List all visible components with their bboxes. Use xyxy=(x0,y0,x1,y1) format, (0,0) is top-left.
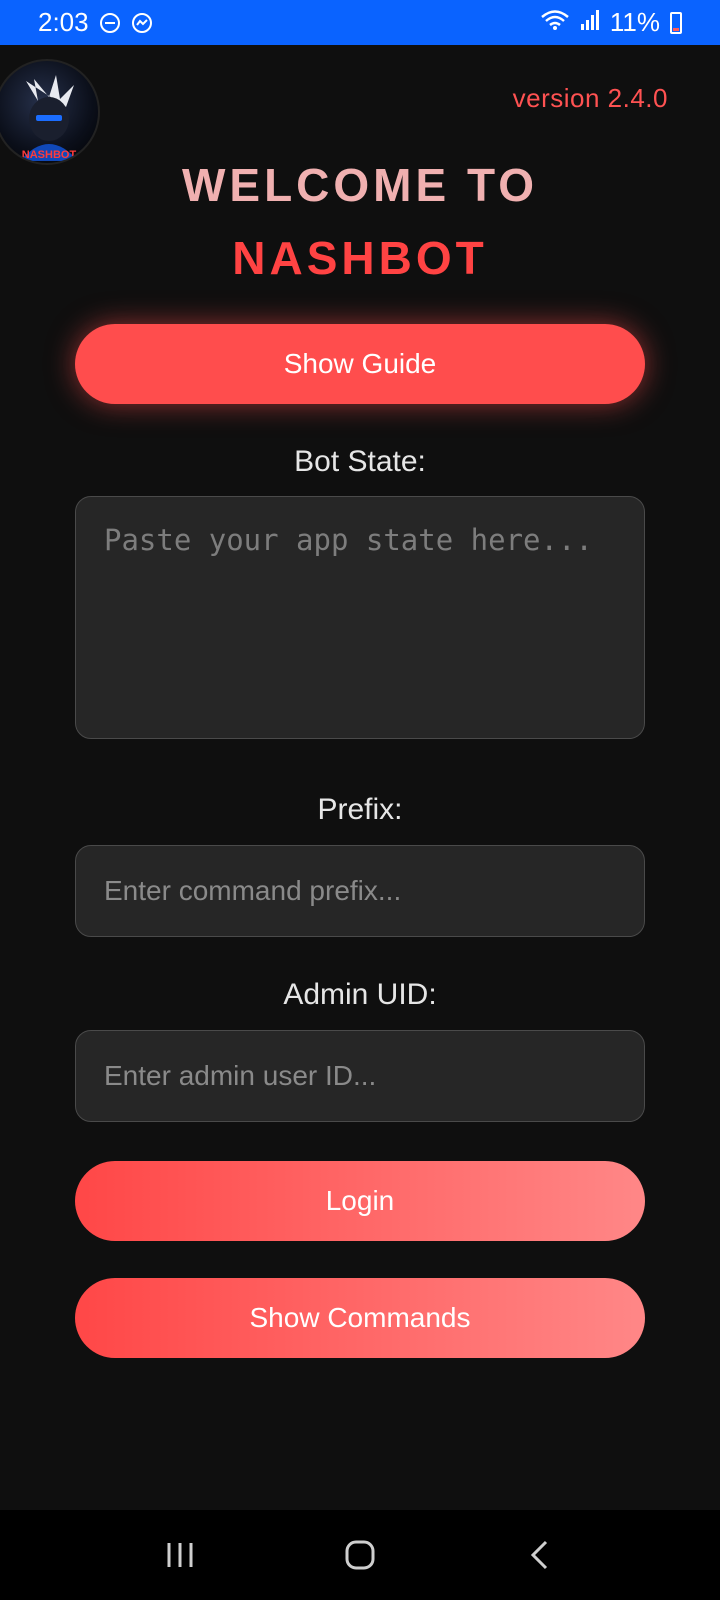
prefix-label: Prefix: xyxy=(317,793,403,826)
status-bar: 2:03 11% xyxy=(0,0,720,45)
screen: 2:03 11% NASHBOT version 2.4.0 WELCOME T… xyxy=(0,0,720,1600)
bot-state-textarea[interactable]: Paste your app state here... xyxy=(75,496,645,739)
signal-icon xyxy=(580,9,600,36)
app-content: NASHBOT version 2.4.0 WELCOME TO NASHBOT… xyxy=(0,45,720,1510)
messenger-icon xyxy=(131,12,153,34)
bot-state-label: Bot State: xyxy=(294,445,426,478)
back-icon[interactable] xyxy=(510,1525,570,1585)
prefix-placeholder: Enter command prefix... xyxy=(104,875,402,906)
welcome-title: WELCOME TO xyxy=(181,159,539,211)
admin-uid-placeholder: Enter admin user ID... xyxy=(104,1060,377,1091)
show-guide-button[interactable]: Show Guide xyxy=(75,324,645,404)
battery-percent: 11% xyxy=(609,7,660,37)
status-right: 11% xyxy=(540,7,682,38)
admin-uid-input[interactable]: Enter admin user ID... xyxy=(75,1030,645,1122)
app-name-title: NASHBOT xyxy=(232,232,488,284)
navigation-bar xyxy=(0,1510,720,1600)
home-icon[interactable] xyxy=(330,1525,390,1585)
do-not-disturb-icon xyxy=(99,12,121,34)
login-button[interactable]: Login xyxy=(75,1161,645,1241)
show-commands-button[interactable]: Show Commands xyxy=(75,1278,645,1358)
recent-apps-icon[interactable] xyxy=(150,1525,210,1585)
version-label: version 2.4.0 xyxy=(512,83,668,113)
wifi-icon xyxy=(540,9,570,36)
battery-icon xyxy=(670,11,682,34)
admin-uid-label: Admin UID: xyxy=(283,978,437,1011)
status-left: 2:03 xyxy=(38,7,153,38)
nashbot-logo: NASHBOT xyxy=(0,59,100,165)
prefix-input[interactable]: Enter command prefix... xyxy=(75,845,645,937)
bot-state-placeholder: Paste your app state here... xyxy=(104,523,593,557)
status-time: 2:03 xyxy=(38,7,89,37)
